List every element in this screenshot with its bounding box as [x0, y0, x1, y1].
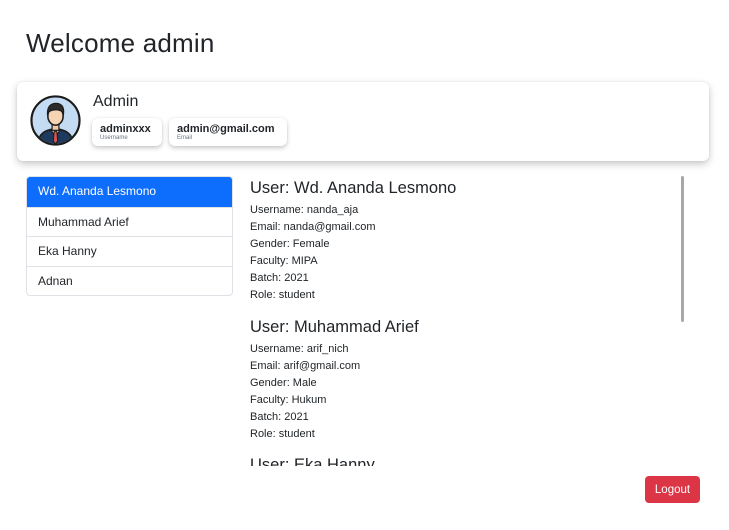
- detail-scrollbar[interactable]: [681, 176, 684, 322]
- user-avatar-icon: [30, 95, 81, 146]
- user-username: Username: arif_nich: [250, 342, 349, 355]
- profile-card: Admin adminxxx Username admin@gmail.com …: [17, 82, 709, 161]
- logout-button[interactable]: Logout: [645, 476, 700, 503]
- username-badge: adminxxx Username: [92, 118, 162, 146]
- user-list: Wd. Ananda Lesmono Muhammad Arief Eka Ha…: [26, 176, 233, 296]
- user-gender: Gender: Female: [250, 238, 330, 251]
- user-batch: Batch: 2021: [250, 410, 309, 423]
- profile-name: Admin: [93, 93, 139, 110]
- email-label: Email: [177, 135, 193, 141]
- user-gender: Gender: Male: [250, 376, 317, 389]
- username-value: adminxxx: [100, 123, 151, 135]
- user-list-item-eka[interactable]: Eka Hanny: [27, 236, 232, 266]
- user-heading: User: Eka Hanny: [250, 456, 375, 466]
- user-detail-arief: User: Muhammad Arief Username: arif_nich…: [250, 315, 684, 444]
- email-value: admin@gmail.com: [177, 123, 275, 135]
- username-label: Username: [100, 135, 128, 141]
- user-email: Email: nanda@gmail.com: [250, 221, 376, 234]
- user-batch: Batch: 2021: [250, 272, 309, 285]
- email-badge: admin@gmail.com Email: [169, 118, 287, 146]
- user-username: Username: nanda_aja: [250, 204, 359, 216]
- page-title: Welcome admin: [26, 28, 215, 58]
- user-faculty: Faculty: Hukum: [250, 393, 327, 406]
- user-detail-eka: User: Eka Hanny: [250, 453, 684, 466]
- user-list-item-ananda[interactable]: Wd. Ananda Lesmono: [27, 177, 232, 207]
- user-list-item-arief[interactable]: Muhammad Arief: [27, 206, 232, 237]
- dashboard-page: Welcome admin Admin adminxxx Username ad…: [0, 0, 729, 530]
- user-heading: User: Wd. Ananda Lesmono: [250, 179, 457, 197]
- user-detail-pane[interactable]: User: Wd. Ananda Lesmono Username: nanda…: [250, 176, 684, 466]
- user-list-item-adnan[interactable]: Adnan: [27, 265, 232, 296]
- user-role: Role: student: [250, 428, 315, 441]
- user-heading: User: Muhammad Arief: [250, 317, 419, 336]
- user-detail-ananda: User: Wd. Ananda Lesmono Username: nanda…: [250, 176, 684, 305]
- user-faculty: Faculty: MIPA: [250, 255, 318, 268]
- user-role: Role: student: [250, 289, 315, 302]
- user-email: Email: arif@gmail.com: [250, 359, 361, 372]
